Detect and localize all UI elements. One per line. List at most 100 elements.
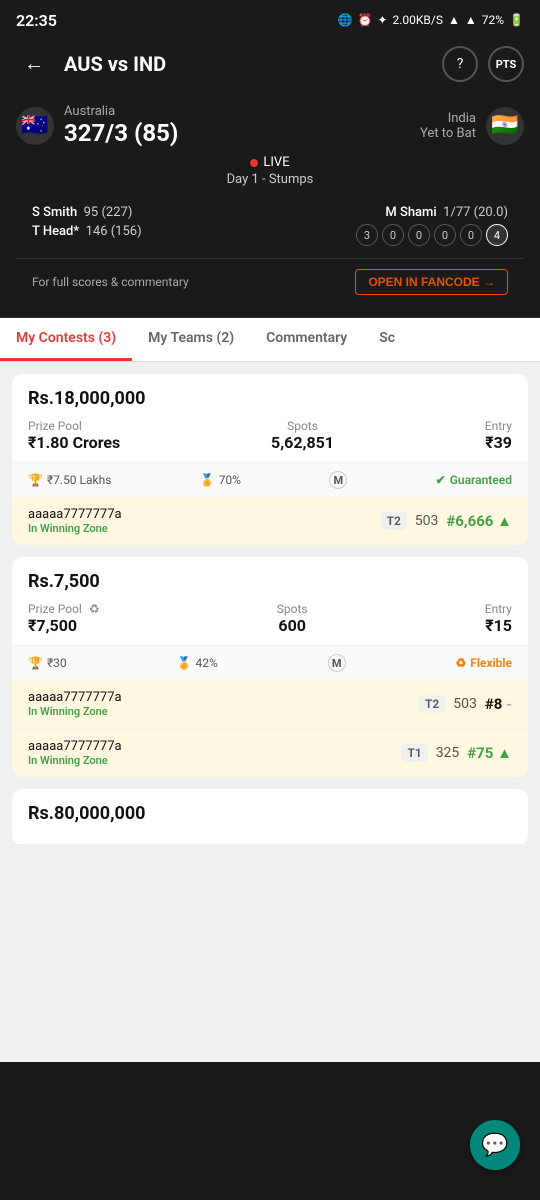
australia-flag: 🇦🇺 <box>16 107 54 145</box>
header-right: ? PTS <box>442 46 524 82</box>
tab-sc-label: Sc <box>379 330 395 346</box>
app-header: ← AUS vs IND ? PTS <box>0 36 540 92</box>
contest-card-3: Rs.80,000,000 <box>12 789 528 845</box>
ball-6: 4 <box>486 224 508 246</box>
ball-2: 0 <box>382 224 404 246</box>
prize-pool-group: Prize Pool ₹1.80 Crores <box>28 419 120 452</box>
spots-value: 5,62,851 <box>271 433 334 452</box>
team-username-2a: aaaaa7777777a <box>28 690 122 705</box>
trophy-icon-2: 🏆 <box>28 656 43 670</box>
spots-group: Spots 5,62,851 <box>271 419 334 452</box>
team-rank-2b: #75 ▲ <box>467 744 512 762</box>
prize-pool-label: Prize Pool <box>28 419 120 433</box>
contest-2-header: Rs.7,500 Prize Pool ♻ ₹7,500 Spots 600 E… <box>12 557 528 646</box>
spots-group-2: Spots 600 <box>277 602 308 635</box>
info-prize-text: ₹7.50 Lakhs <box>47 473 111 487</box>
contest-1-info-row: 🏆 ₹7.50 Lakhs 🏅 70% M ✔ Guaranteed <box>12 463 528 497</box>
tab-commentary-label: Commentary <box>266 330 347 346</box>
spots-value-2: 600 <box>277 616 308 635</box>
batting-row-2: T Head* 146 (156) 3 0 0 0 0 4 <box>32 224 508 246</box>
team-info-2b: aaaaa7777777a In Winning Zone <box>28 739 122 767</box>
team-score-2a: 503 <box>453 696 477 712</box>
contest-1-team-row-1: aaaaa7777777a In Winning Zone T2 503 #6,… <box>12 497 528 545</box>
contest-2-team-row-1: aaaaa7777777a In Winning Zone T2 503 #8 … <box>12 680 528 729</box>
prize-pool-group-2: Prize Pool ♻ ₹7,500 <box>28 602 100 635</box>
help-button[interactable]: ? <box>442 46 478 82</box>
team-right: 🇮🇳 India Yet to Bat <box>420 107 524 145</box>
status-icons: 🌐 ⏰ ✦ 2.00KB/S ▲ ▲ 72% 🔋 <box>338 13 524 27</box>
winning-zone-1: aaaaa7777777a In Winning Zone <box>28 507 122 535</box>
signal-icon: ▲ <box>465 13 477 27</box>
in-winning-2a: In Winning Zone <box>28 705 122 718</box>
tab-my-contests-label: My Contests (3) <box>16 330 116 346</box>
info-percent-text-2: 42% <box>195 656 217 670</box>
back-button[interactable]: ← <box>16 46 52 82</box>
flex-icon: ♻ <box>456 656 467 670</box>
entry-group: Entry ₹39 <box>485 419 512 452</box>
team-rank-2a: #8 - <box>485 695 512 713</box>
entry-label-2: Entry <box>485 602 512 616</box>
contest-2-team-row-2: aaaaa7777777a In Winning Zone T1 325 #75… <box>12 729 528 777</box>
tabs-container: My Contests (3) My Teams (2) Commentary … <box>0 318 540 362</box>
m-badge-2: M <box>328 654 346 672</box>
contest-card-2: Rs.7,500 Prize Pool ♻ ₹7,500 Spots 600 E… <box>12 557 528 777</box>
guaranteed-badge: ✔ Guaranteed <box>436 473 512 487</box>
alarm-icon: ⏰ <box>357 13 372 27</box>
info-m: M <box>329 471 347 489</box>
batting-row-1: S Smith 95 (227) M Shami 1/77 (20.0) <box>32 205 508 220</box>
info-percent-2: 🏅 42% <box>177 656 218 670</box>
match-title: AUS vs IND <box>64 52 166 76</box>
team-tag-2b: T1 <box>401 744 427 762</box>
tab-my-teams-label: My Teams (2) <box>148 330 234 346</box>
chat-fab-icon: 💬 <box>481 1133 508 1158</box>
team-info-2a: aaaaa7777777a In Winning Zone <box>28 690 122 718</box>
prize-pool-label-2: Prize Pool ♻ <box>28 602 100 616</box>
team-username-1: aaaaa7777777a <box>28 507 122 522</box>
contest-1-title: Rs.18,000,000 <box>28 388 512 409</box>
tab-my-teams[interactable]: My Teams (2) <box>132 318 250 361</box>
contest-2-stats: Prize Pool ♻ ₹7,500 Spots 600 Entry ₹15 <box>28 602 512 635</box>
chat-fab[interactable]: 💬 <box>470 1120 520 1170</box>
contest-card-1: Rs.18,000,000 Prize Pool ₹1.80 Crores Sp… <box>12 374 528 545</box>
info-prize-2: 🏆 ₹30 <box>28 656 67 670</box>
score-card: 🇦🇺 Australia 327/3 (85) 🇮🇳 India Yet to … <box>0 92 540 318</box>
tab-commentary[interactable]: Commentary <box>250 318 363 361</box>
team-score-1: 503 <box>415 513 439 529</box>
tab-my-contests[interactable]: My Contests (3) <box>0 318 132 361</box>
contest-2-info-row: 🏆 ₹30 🏅 42% M ♻ Flexible <box>12 646 528 680</box>
batsman2-name: T Head* <box>32 224 79 239</box>
team-tag-1: T2 <box>381 512 407 530</box>
pts-icon: PTS <box>496 58 517 71</box>
battery-icon: 🔋 <box>509 13 524 27</box>
entry-group-2: Entry ₹15 <box>485 602 512 635</box>
tab-sc[interactable]: Sc <box>363 318 411 361</box>
ball-5: 0 <box>460 224 482 246</box>
in-winning-1: In Winning Zone <box>28 522 122 535</box>
day-info: Day 1 - Stumps <box>16 172 524 187</box>
winning-zone-2b: aaaaa7777777a In Winning Zone <box>28 739 122 767</box>
batsman1-score: 95 (227) <box>84 205 133 220</box>
trophy-icon: 🏆 <box>28 473 43 487</box>
india-flag: 🇮🇳 <box>486 107 524 145</box>
recycle-icon: ♻ <box>89 602 100 616</box>
rank-value-2a: #8 <box>485 695 503 713</box>
wifi-icon: ▲ <box>448 13 460 27</box>
team-info-1: aaaaa7777777a In Winning Zone <box>28 507 122 535</box>
fancode-btn-label: OPEN IN FANCODE → <box>368 275 495 289</box>
prize-pool-value: ₹1.80 Crores <box>28 433 120 452</box>
batsman1-name: S Smith <box>32 205 77 220</box>
speed-indicator: 2.00KB/S <box>392 13 443 27</box>
header-left: ← AUS vs IND <box>16 46 166 82</box>
fancode-button[interactable]: OPEN IN FANCODE → <box>355 269 508 295</box>
team-tag-info-2a: T2 503 #8 - <box>419 695 512 713</box>
team-tag-2a: T2 <box>419 695 445 713</box>
check-icon: ✔ <box>436 473 446 487</box>
batsman2-score: 146 (156) <box>86 224 142 239</box>
pts-button[interactable]: PTS <box>488 46 524 82</box>
contest-2-title: Rs.7,500 <box>28 571 512 592</box>
teams-row: 🇦🇺 Australia 327/3 (85) 🇮🇳 India Yet to … <box>16 104 524 147</box>
info-prize: 🏆 ₹7.50 Lakhs <box>28 473 111 487</box>
team-score-2b: 325 <box>436 745 460 761</box>
info-m-2: M <box>328 654 346 672</box>
flexible-text: Flexible <box>470 656 512 670</box>
